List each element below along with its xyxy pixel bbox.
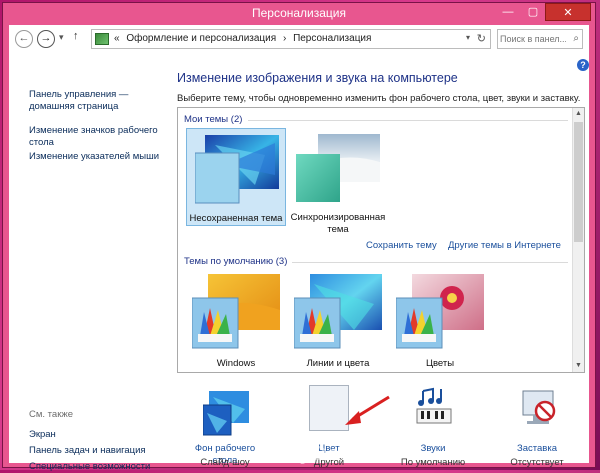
- theme-lines-and-colors[interactable]: Линии и цвета: [288, 270, 388, 370]
- address-dropdown-icon[interactable]: ▾: [466, 33, 470, 42]
- scroll-up-icon[interactable]: ▲: [573, 108, 584, 120]
- sounds-value: По умолчанию: [400, 457, 466, 468]
- back-button[interactable]: ←: [15, 30, 33, 48]
- sidebar-link-mouse-pointers[interactable]: Изменение указателей мыши: [29, 151, 159, 163]
- sidebar-link-display[interactable]: Экран: [29, 429, 56, 441]
- sidebar-link-accessibility[interactable]: Специальные возможности: [29, 461, 150, 473]
- sidebar-link-home-line1[interactable]: Панель управления —: [29, 89, 128, 101]
- breadcrumb-appearance[interactable]: Оформление и персонализация: [126, 33, 276, 44]
- theme-windows[interactable]: Windows: [186, 270, 286, 370]
- lines-colors-theme-thumbnail: [294, 274, 382, 349]
- themes-scrollbar[interactable]: ▲ ▼: [572, 108, 584, 372]
- minimize-button[interactable]: —: [495, 3, 521, 21]
- search-icon[interactable]: ⌕: [573, 33, 579, 44]
- watermark: EasyDoit.ru: [261, 443, 384, 465]
- up-button[interactable]: ↑: [73, 30, 79, 42]
- pointer-arrow-icon: [345, 395, 390, 425]
- recent-pages-button[interactable]: ▾: [59, 32, 64, 43]
- group-divider: [248, 120, 568, 121]
- personalization-window: Персонализация — ▢ ✕ ← → ▾ ↑ « Оформлени…: [2, 2, 596, 472]
- theme-flowers-label: Цветы: [425, 358, 455, 369]
- address-bar[interactable]: « Оформление и персонализация › Персонал…: [91, 29, 491, 49]
- screensaver-icon: [522, 390, 556, 424]
- themes-list: Мои темы (2) Несохраненная тема Синхрони…: [177, 107, 585, 373]
- my-themes-label: Мои темы (2): [184, 114, 243, 125]
- unsaved-theme-thumbnail: [195, 135, 279, 204]
- breadcrumb-personalization[interactable]: Персонализация: [293, 33, 371, 44]
- windows-theme-thumbnail: [192, 274, 280, 349]
- refresh-icon[interactable]: ↻: [477, 32, 486, 45]
- forward-button[interactable]: →: [37, 30, 55, 48]
- page-subtitle: Выберите тему, чтобы одновременно измени…: [177, 93, 581, 104]
- scroll-down-icon[interactable]: ▼: [573, 360, 584, 372]
- sidebar-link-home-line2[interactable]: домашняя страница: [29, 101, 118, 113]
- sidebar-link-desktop-icons-line2[interactable]: стола: [29, 137, 54, 149]
- synced-theme-thumbnail: [296, 134, 380, 202]
- sidebar-link-desktop-icons-line1[interactable]: Изменение значков рабочего: [29, 125, 158, 137]
- maximize-button[interactable]: ▢: [521, 3, 545, 21]
- theme-unsaved[interactable]: Несохраненная тема: [186, 128, 286, 226]
- screensaver-value: Отсутствует: [510, 457, 564, 468]
- title-bar: Персонализация — ▢ ✕: [3, 3, 595, 25]
- breadcrumb-separator[interactable]: ›: [283, 33, 286, 44]
- theme-synced[interactable]: Синхронизированная тема: [288, 128, 388, 235]
- sidebar-link-taskbar[interactable]: Панель задач и навигация: [29, 445, 146, 457]
- save-theme-link[interactable]: Сохранить тему: [366, 240, 437, 251]
- theme-flowers[interactable]: Цветы: [390, 270, 490, 370]
- sounds-icon: [416, 387, 452, 424]
- window-client: ← → ▾ ↑ « Оформление и персонализация › …: [9, 25, 589, 472]
- desktop-background-value: Слайд-шоу: [200, 457, 250, 468]
- sounds-title[interactable]: Звуки: [393, 443, 473, 455]
- breadcrumb: « Оформление и персонализация › Персонал…: [114, 33, 375, 44]
- breadcrumb-overflow[interactable]: «: [114, 33, 120, 44]
- search-input[interactable]: [500, 31, 566, 47]
- control-panel-icon: [95, 33, 109, 45]
- flowers-theme-thumbnail: [396, 274, 484, 349]
- default-themes-label: Темы по умолчанию (3): [184, 256, 288, 267]
- screensaver-title[interactable]: Заставка: [497, 443, 577, 455]
- group-divider-2: [292, 262, 568, 263]
- theme-synced-label-line2: тема: [327, 224, 349, 235]
- theme-lines-colors-label: Линии и цвета: [306, 358, 370, 369]
- sidebar: Панель управления — домашняя страница Из…: [9, 55, 171, 472]
- theme-windows-label: Windows: [216, 358, 256, 369]
- desktop-background-icon: [203, 391, 249, 436]
- see-also-heading: См. также: [29, 409, 73, 420]
- theme-synced-label-line1: Синхронизированная: [290, 212, 386, 223]
- theme-unsaved-label: Несохраненная тема: [189, 213, 283, 224]
- more-themes-online-link[interactable]: Другие темы в Интернете: [448, 240, 561, 251]
- navigation-bar: ← → ▾ ↑ « Оформление и персонализация › …: [9, 25, 589, 55]
- search-box[interactable]: ⌕: [497, 29, 583, 49]
- close-button[interactable]: ✕: [545, 3, 591, 21]
- scroll-thumb[interactable]: [574, 122, 583, 242]
- page-title: Изменение изображения и звука на компьют…: [177, 71, 458, 85]
